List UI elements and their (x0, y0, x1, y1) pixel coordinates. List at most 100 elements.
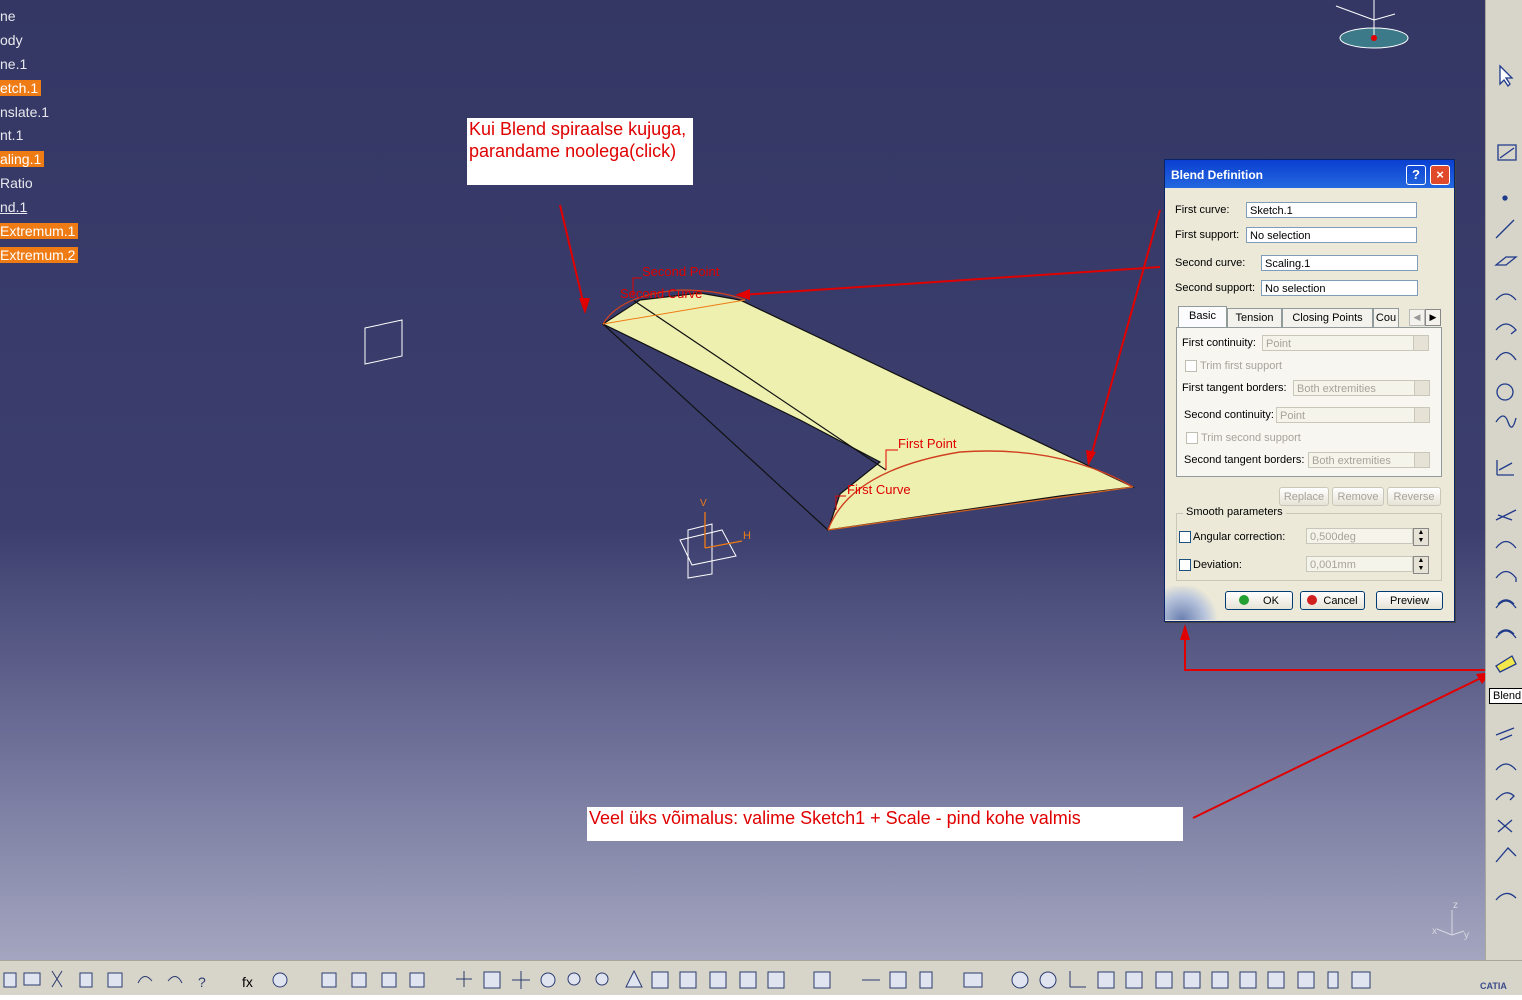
tab-tension[interactable]: Tension (1227, 308, 1282, 328)
paste-icon (107, 972, 123, 988)
right-toolbar-icons (1494, 64, 1518, 901)
chevron-down-icon (1413, 336, 1428, 350)
loft-icon (1495, 599, 1517, 609)
translate-icon (1495, 892, 1517, 901)
blend-definition-dialog[interactable]: Blend Definition ? × First curve: Sketch… (1164, 159, 1455, 622)
note-spiral-fix-line2: parandame noolega(click) (469, 141, 677, 161)
note-spiral-fix-line1: Kui Blend spiraalse kujuga, (469, 119, 687, 139)
preview-button[interactable]: Preview (1376, 591, 1443, 610)
catalog-icon (351, 972, 367, 988)
first-continuity-combo[interactable]: Point (1262, 335, 1429, 351)
extrude-icon (1495, 293, 1517, 301)
analysis-icon (409, 972, 425, 988)
iso-view-icon (679, 971, 697, 989)
rotate-icon (540, 972, 556, 988)
dialog-titlebar[interactable]: Blend Definition ? × (1165, 160, 1454, 188)
trim-first-support-label: Trim first support (1200, 360, 1283, 372)
measure-icon (381, 972, 397, 988)
cut-icon (51, 970, 63, 988)
tab-basic[interactable]: Basic (1178, 306, 1227, 328)
boundary-icon (1495, 847, 1517, 863)
deviation-field[interactable]: 0,001mm (1306, 556, 1413, 572)
table-icon (321, 972, 337, 988)
note-spiral-fix: Kui Blend spiraalse kujuga, parandame no… (467, 118, 693, 185)
second-curve-label: Second curve: (1175, 257, 1246, 269)
sketch-plane-square (364, 319, 403, 365)
tab-coupling[interactable]: Cou (1373, 308, 1399, 328)
chevron-down-icon (1414, 381, 1429, 395)
constraint-icon (1239, 971, 1257, 989)
redo-icon (167, 976, 183, 984)
chevron-down-icon (1414, 453, 1429, 467)
tab-scroll-right-icon[interactable]: ▶ (1425, 309, 1441, 326)
fill-icon (1495, 509, 1517, 521)
second-tangent-borders-combo[interactable]: Both extremities (1308, 452, 1430, 468)
axis-h-line (704, 540, 743, 549)
chevron-down-icon (1414, 408, 1429, 422)
blend-icon (1495, 655, 1517, 673)
second-curve-field[interactable]: Scaling.1 (1261, 255, 1418, 271)
first-curve-field[interactable]: Sketch.1 (1246, 202, 1417, 218)
trim-second-support-label: Trim second support (1201, 432, 1301, 444)
repetition-icon (1211, 971, 1229, 989)
zoom-in-icon (567, 972, 581, 986)
first-tangent-borders-combo[interactable]: Both extremities (1293, 380, 1430, 396)
label-first-curve: First Curve (847, 482, 911, 497)
dialog-title: Blend Definition (1171, 168, 1263, 182)
deviation-checkbox[interactable] (1179, 559, 1191, 571)
axis-h-label: H (743, 530, 751, 542)
whats-this-icon: ? (198, 974, 206, 990)
second-tangent-borders-value: Both extremities (1312, 455, 1391, 467)
angular-correction-field[interactable]: 0,500deg (1306, 528, 1413, 544)
trim-first-support-checkbox[interactable] (1185, 360, 1197, 372)
second-tangent-borders-label: Second tangent borders: (1184, 454, 1305, 466)
ok-button[interactable]: OK (1225, 591, 1293, 610)
first-tangent-borders-label: First tangent borders: (1182, 382, 1287, 394)
angular-correction-label: Angular correction: (1193, 531, 1286, 543)
first-support-field[interactable]: No selection (1246, 227, 1417, 243)
remove-button[interactable]: Remove (1332, 487, 1384, 506)
angular-correction-checkbox[interactable] (1179, 531, 1191, 543)
split-icon (1495, 792, 1515, 801)
cancel-button[interactable]: Cancel (1300, 591, 1365, 610)
tab-scroll-left-icon[interactable]: ◀ (1409, 309, 1425, 326)
reverse-button[interactable]: Reverse (1387, 487, 1441, 506)
first-continuity-label: First continuity: (1182, 337, 1256, 349)
deviation-spinner-icon[interactable]: ▲ ▼ (1413, 556, 1429, 574)
fly-mode-icon (456, 971, 472, 987)
sketcher-icon (1497, 144, 1517, 161)
replace-button[interactable]: Replace (1279, 487, 1329, 506)
pan-icon (512, 971, 530, 989)
catia-logo: CATIA (1480, 981, 1507, 991)
help-button[interactable]: ? (1406, 165, 1426, 185)
tab-closing-points[interactable]: Closing Points (1282, 308, 1373, 328)
plane-icon (1494, 256, 1518, 266)
multi-section-icon (1495, 540, 1517, 549)
multi-view-icon (651, 971, 669, 989)
shading-icon (709, 971, 727, 989)
close-button[interactable]: × (1430, 165, 1450, 185)
second-support-field[interactable]: No selection (1261, 280, 1418, 296)
print-icon (23, 972, 41, 986)
first-curve-label: First curve: (1175, 204, 1230, 216)
second-continuity-value: Point (1280, 410, 1306, 422)
trim-second-support-checkbox[interactable] (1186, 432, 1198, 444)
hide-show-icon (739, 971, 757, 989)
normal-view-icon (625, 969, 643, 988)
comment-icon (272, 972, 288, 988)
first-tangent-borders-value: Both extremities (1297, 383, 1376, 395)
extrapolate-icon (1495, 727, 1515, 741)
measure-item-icon (889, 971, 907, 989)
angular-spinner-icon[interactable]: ▲ ▼ (1413, 528, 1429, 546)
sweep-icon (1495, 351, 1517, 361)
hand-icon (1039, 971, 1057, 989)
viewport-axis-triad (1436, 910, 1465, 936)
surface-icon (1351, 971, 1371, 989)
ok-icon (1239, 595, 1250, 605)
undo-icon (137, 976, 153, 984)
second-continuity-combo[interactable]: Point (1276, 407, 1430, 423)
axis-v-label: V (700, 498, 707, 509)
compass (1335, 0, 1409, 49)
list-icon (1327, 971, 1339, 989)
helix-icon (1496, 460, 1514, 476)
